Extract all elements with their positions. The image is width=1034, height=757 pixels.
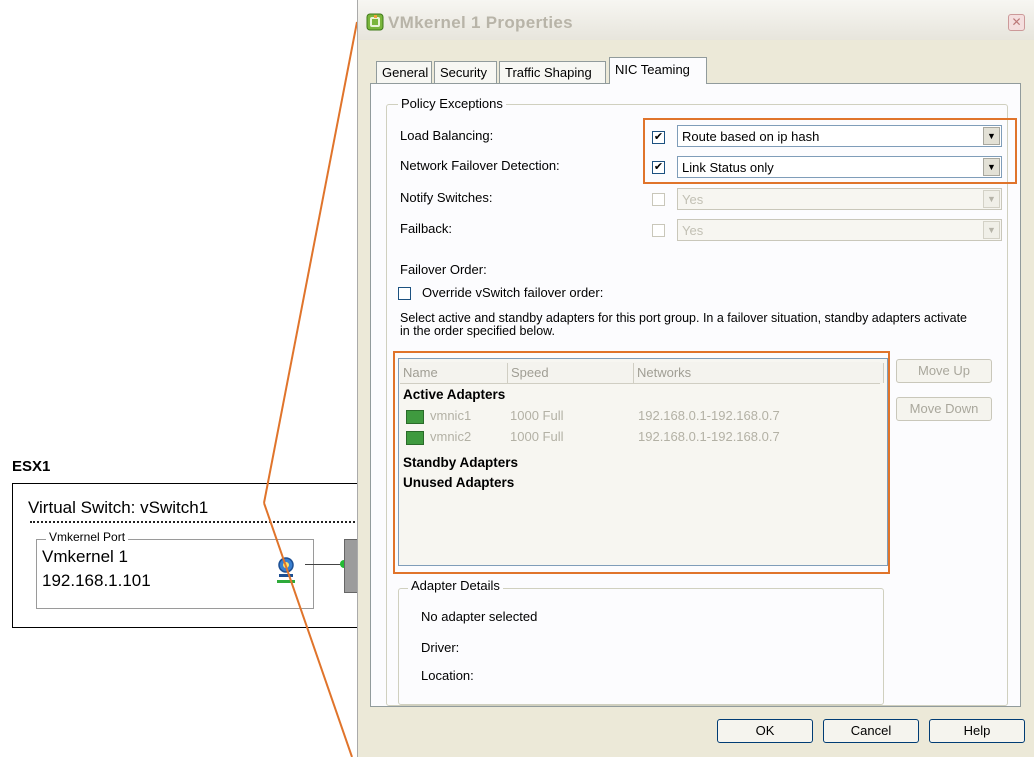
adapters-highlight-box — [393, 351, 890, 574]
failback-label: Failback: — [400, 221, 453, 236]
policy-exceptions-label: Policy Exceptions — [398, 96, 506, 111]
adapter-details-status: No adapter selected — [421, 609, 538, 624]
dialog-title: VMkernel 1 Properties — [388, 13, 573, 32]
notify-switches-value: Yes — [682, 192, 704, 207]
close-icon[interactable]: ✕ — [1008, 14, 1025, 31]
move-down-button[interactable]: Move Down — [896, 397, 992, 421]
location-label: Location: — [421, 668, 474, 683]
adapter-details-label: Adapter Details — [408, 578, 503, 593]
failover-detection-label: Network Failover Detection: — [400, 158, 560, 173]
failback-value: Yes — [682, 223, 704, 238]
notify-switches-label: Notify Switches: — [400, 190, 493, 205]
vmware-app-icon — [366, 13, 384, 31]
tab-general[interactable]: General — [376, 61, 432, 83]
failover-description: Select active and standby adapters for t… — [400, 311, 967, 338]
tab-security[interactable]: Security — [434, 61, 497, 83]
driver-label: Driver: — [421, 640, 460, 655]
adapter-details-group — [398, 588, 884, 705]
failback-checkbox[interactable] — [652, 224, 665, 237]
properties-dialog: VMkernel 1 Properties ✕ General Security… — [357, 0, 1034, 757]
chevron-down-icon: ▼ — [983, 221, 1000, 239]
failback-select[interactable]: Yes ▼ — [677, 219, 1002, 241]
tab-traffic-shaping[interactable]: Traffic Shaping — [499, 61, 606, 83]
notify-switches-select[interactable]: Yes ▼ — [677, 188, 1002, 210]
help-button[interactable]: Help — [929, 719, 1025, 743]
failover-order-label: Failover Order: — [400, 262, 487, 277]
move-up-button[interactable]: Move Up — [896, 359, 992, 383]
policy-highlight-box — [643, 118, 1017, 184]
tab-nic-teaming[interactable]: NIC Teaming — [609, 57, 707, 84]
override-failover-checkbox[interactable] — [398, 287, 411, 300]
override-failover-label: Override vSwitch failover order: — [422, 285, 604, 300]
load-balancing-label: Load Balancing: — [400, 128, 494, 143]
dialog-titlebar[interactable]: VMkernel 1 Properties ✕ — [358, 0, 1034, 40]
callout-line-bottom — [263, 502, 353, 757]
chevron-down-icon: ▼ — [983, 190, 1000, 208]
cancel-button[interactable]: Cancel — [823, 719, 919, 743]
callout-line-top — [263, 21, 358, 504]
ok-button[interactable]: OK — [717, 719, 813, 743]
notify-switches-checkbox[interactable] — [652, 193, 665, 206]
